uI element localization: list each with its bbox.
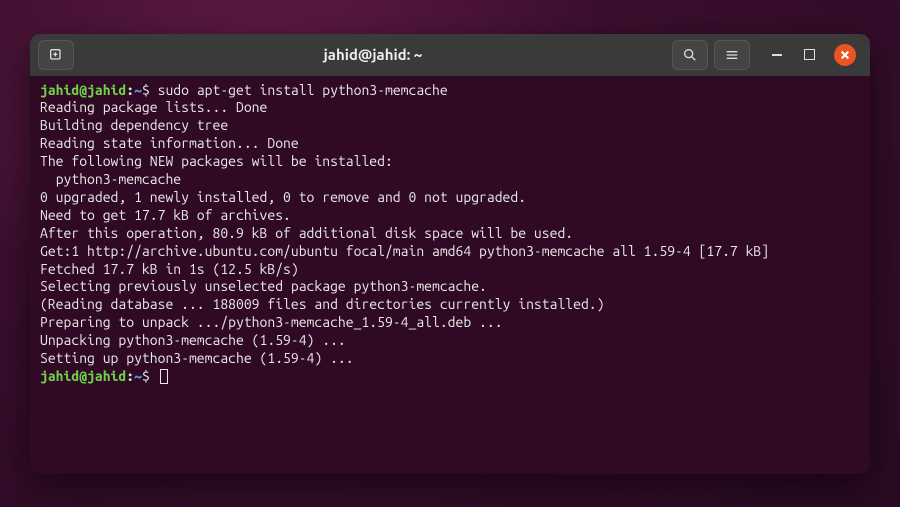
terminal-window: jahid@jahid: ~: [30, 34, 870, 474]
output-line: Setting up python3-memcache (1.59-4) ...: [40, 350, 860, 368]
command-text: sudo apt-get install python3-memcache: [158, 82, 448, 98]
output-line: Need to get 17.7 kB of archives.: [40, 207, 860, 225]
prompt-colon: :: [126, 82, 134, 98]
cursor: [160, 369, 168, 384]
output-line: python3-memcache: [40, 171, 860, 189]
minimize-button[interactable]: [770, 48, 784, 62]
search-icon: [682, 47, 698, 63]
output-line: Building dependency tree: [40, 117, 860, 135]
output-line: Unpacking python3-memcache (1.59-4) ...: [40, 332, 860, 350]
titlebar: jahid@jahid: ~: [30, 34, 870, 76]
terminal-body[interactable]: jahid@jahid:~$ sudo apt-get install pyth…: [30, 76, 870, 474]
prompt-line: jahid@jahid:~$ sudo apt-get install pyth…: [40, 82, 860, 100]
output-line: Get:1 http://archive.ubuntu.com/ubuntu f…: [40, 243, 860, 261]
hamburger-icon: [724, 47, 740, 63]
close-icon: [840, 50, 850, 60]
output-line: After this operation, 80.9 kB of additio…: [40, 225, 860, 243]
window-controls: [770, 44, 856, 66]
output-line: Preparing to unpack .../python3-memcache…: [40, 314, 860, 332]
titlebar-right: [672, 40, 862, 70]
prompt-path: ~: [134, 368, 142, 384]
prompt-line-idle: jahid@jahid:~$: [40, 368, 860, 386]
prompt-user-host: jahid@jahid: [40, 368, 126, 384]
prompt-symbol: $: [142, 368, 150, 384]
output-line: Fetched 17.7 kB in 1s (12.5 kB/s): [40, 261, 860, 279]
prompt-user-host: jahid@jahid: [40, 82, 126, 98]
menu-button[interactable]: [714, 40, 750, 70]
output-line: Reading state information... Done: [40, 135, 860, 153]
prompt-path: ~: [134, 82, 142, 98]
window-title: jahid@jahid: ~: [80, 46, 666, 63]
output-line: Selecting previously unselected package …: [40, 278, 860, 296]
maximize-button[interactable]: [802, 48, 816, 62]
new-tab-icon: [48, 47, 64, 63]
close-button[interactable]: [834, 44, 856, 66]
output-line: Reading package lists... Done: [40, 99, 860, 117]
output-line: (Reading database ... 188009 files and d…: [40, 296, 860, 314]
output-line: The following NEW packages will be insta…: [40, 153, 860, 171]
new-tab-button[interactable]: [38, 40, 74, 70]
search-button[interactable]: [672, 40, 708, 70]
prompt-colon: :: [126, 368, 134, 384]
prompt-symbol: $: [142, 82, 150, 98]
output-line: 0 upgraded, 1 newly installed, 0 to remo…: [40, 189, 860, 207]
